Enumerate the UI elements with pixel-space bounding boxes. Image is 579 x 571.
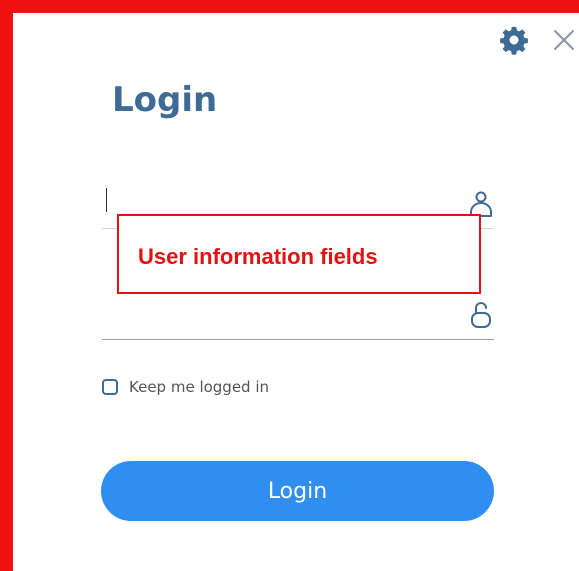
keep-logged-in-checkbox-row[interactable]: Keep me logged in bbox=[102, 376, 269, 398]
lock-icon bbox=[471, 302, 491, 328]
annotation-callout: User information fields bbox=[117, 214, 481, 294]
annotation-frame-left bbox=[0, 0, 13, 571]
password-field bbox=[102, 287, 494, 340]
annotation-frame-top bbox=[0, 0, 579, 13]
login-button[interactable]: Login bbox=[101, 461, 494, 521]
annotation-label: User information fields bbox=[138, 244, 378, 269]
gear-icon[interactable] bbox=[499, 25, 529, 55]
keep-logged-in-checkbox[interactable] bbox=[102, 379, 118, 395]
text-caret bbox=[106, 188, 107, 212]
close-icon[interactable] bbox=[549, 25, 579, 55]
login-title: Login bbox=[112, 80, 218, 120]
keep-logged-in-label: Keep me logged in bbox=[129, 378, 270, 396]
